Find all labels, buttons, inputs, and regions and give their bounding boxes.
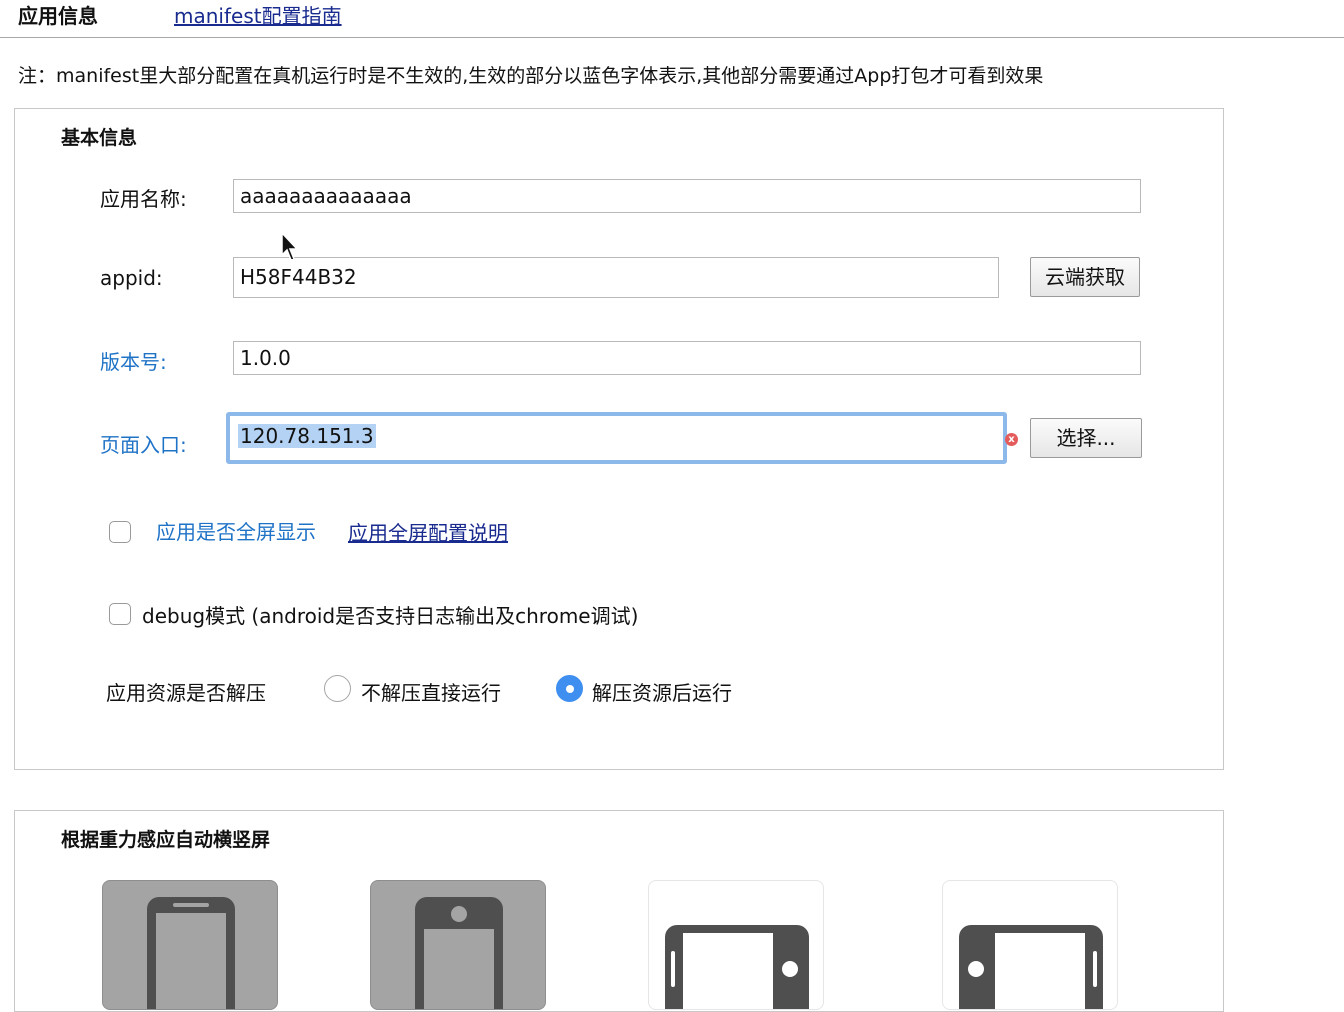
entry-input[interactable]: 120.78.151.3 bbox=[226, 412, 1007, 464]
fullscreen-checkbox[interactable] bbox=[109, 521, 131, 543]
landscape-phone-icon bbox=[665, 925, 809, 1009]
radio-no-unpack-label: 不解压直接运行 bbox=[361, 681, 501, 705]
debug-label: debug模式 (android是否支持日志输出及chrome调试) bbox=[142, 604, 639, 628]
entry-input-value: 120.78.151.3 bbox=[238, 424, 376, 448]
debug-checkbox[interactable] bbox=[109, 603, 131, 625]
orientation-landscape-secondary[interactable] bbox=[942, 880, 1118, 1010]
orientation-landscape-primary[interactable] bbox=[648, 880, 824, 1010]
entry-label: 页面入口: bbox=[100, 433, 187, 457]
orientation-portrait-primary[interactable] bbox=[102, 880, 278, 1010]
manifest-guide-link[interactable]: manifest配置指南 bbox=[174, 0, 342, 29]
version-label: 版本号: bbox=[100, 350, 167, 374]
portrait-phone-icon bbox=[147, 897, 235, 1009]
page-title: 应用信息 bbox=[18, 4, 98, 28]
appid-input[interactable]: H58F44B32 bbox=[233, 257, 999, 298]
version-input[interactable]: 1.0.0 bbox=[233, 341, 1141, 375]
clear-error-icon[interactable]: x bbox=[1005, 433, 1018, 446]
fullscreen-help-link[interactable]: 应用全屏配置说明 bbox=[348, 517, 508, 546]
landscape-phone-reversed-icon bbox=[959, 925, 1103, 1009]
app-name-input[interactable]: aaaaaaaaaaaaaa bbox=[233, 179, 1141, 213]
app-name-label: 应用名称: bbox=[100, 187, 187, 211]
radio-unpack-label: 解压资源后运行 bbox=[592, 681, 732, 705]
orientation-portrait-secondary[interactable] bbox=[370, 880, 546, 1010]
top-bar: 应用信息 manifest配置指南 bbox=[0, 0, 1344, 38]
basic-info-title: 基本信息 bbox=[61, 127, 138, 149]
basic-info-panel: 基本信息 应用名称: aaaaaaaaaaaaaa appid: H58F44B… bbox=[14, 108, 1224, 770]
cloud-fetch-button[interactable]: 云端获取 bbox=[1030, 257, 1140, 297]
orientation-title: 根据重力感应自动横竖屏 bbox=[61, 829, 271, 851]
manifest-note: 注：manifest里大部分配置在真机运行时是不生效的,生效的部分以蓝色字体表示… bbox=[18, 65, 1044, 87]
choose-entry-button[interactable]: 选择... bbox=[1030, 418, 1142, 458]
radio-unpack[interactable] bbox=[556, 675, 583, 702]
fullscreen-label: 应用是否全屏显示 bbox=[156, 520, 316, 544]
unpack-label: 应用资源是否解压 bbox=[106, 681, 266, 705]
appid-label: appid: bbox=[100, 266, 163, 290]
portrait-phone-button-icon bbox=[415, 897, 503, 1009]
radio-no-unpack[interactable] bbox=[324, 675, 351, 702]
mouse-pointer-icon bbox=[281, 232, 299, 261]
